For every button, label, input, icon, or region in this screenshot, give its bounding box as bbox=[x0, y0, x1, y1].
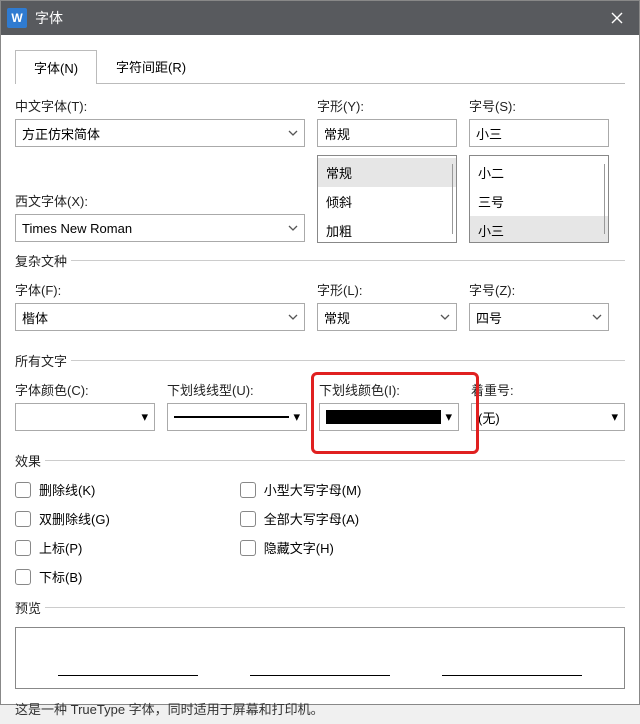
west-font-value: Times New Roman bbox=[22, 221, 132, 236]
double-strike-checkbox[interactable]: 双删除线(G) bbox=[15, 509, 110, 528]
style-input[interactable]: 常规 bbox=[317, 119, 457, 147]
tab-font[interactable]: 字体(N) bbox=[15, 50, 97, 84]
cfont-select[interactable]: 楷体 bbox=[15, 303, 305, 331]
chevron-down-icon bbox=[288, 221, 298, 236]
west-font-select[interactable]: Times New Roman bbox=[15, 214, 305, 242]
checkbox-icon bbox=[240, 482, 256, 498]
emphasis-label: 着重号: bbox=[471, 380, 625, 399]
titlebar: W 字体 bbox=[1, 1, 639, 35]
checkbox-icon bbox=[15, 482, 31, 498]
allcaps-label: 全部大写字母(A) bbox=[264, 509, 359, 528]
smallcaps-checkbox[interactable]: 小型大写字母(M) bbox=[240, 480, 362, 499]
cfont-label: 字体(F): bbox=[15, 280, 305, 299]
truetype-note: 这是一种 TrueType 字体，同时适用于屏幕和打印机。 bbox=[15, 699, 625, 718]
effects-group: 效果 删除线(K) 双删除线(G) 上标(P) 下标(B) 小型大写字母(M) … bbox=[15, 451, 625, 592]
font-color-label: 字体颜色(C): bbox=[15, 380, 155, 399]
scrollbar[interactable] bbox=[604, 164, 605, 234]
super-label: 上标(P) bbox=[39, 538, 82, 557]
preview-group: 预览 这是一种 TrueType 字体，同时适用于屏幕和打印机。 bbox=[15, 598, 625, 724]
caret-down-icon: ▾ bbox=[445, 409, 452, 425]
emphasis-value: (无) bbox=[478, 408, 607, 427]
scrollbar[interactable] bbox=[452, 164, 453, 234]
underline-style-label: 下划线线型(U): bbox=[167, 380, 307, 399]
style-label: 字形(Y): bbox=[317, 96, 457, 115]
smallcaps-label: 小型大写字母(M) bbox=[264, 480, 362, 499]
preview-legend: 预览 bbox=[15, 598, 45, 617]
sub-label: 下标(B) bbox=[39, 567, 82, 586]
preview-box bbox=[15, 627, 625, 689]
size-listbox[interactable]: 小二 三号 小三 bbox=[469, 155, 609, 243]
all-text-group: 所有文字 字体颜色(C): ▾ 下划线线型(U): ▾ bbox=[15, 351, 625, 445]
chevron-down-icon bbox=[288, 126, 298, 141]
underline-color-select[interactable]: ▾ bbox=[319, 403, 459, 431]
style-value: 常规 bbox=[324, 124, 350, 143]
size-label: 字号(S): bbox=[469, 96, 609, 115]
superscript-checkbox[interactable]: 上标(P) bbox=[15, 538, 110, 557]
strike-checkbox[interactable]: 删除线(K) bbox=[15, 480, 110, 499]
complex-scripts-group: 复杂文种 字体(F): 楷体 字形(L): 常规 bbox=[15, 251, 625, 345]
list-item[interactable]: 小三 bbox=[470, 216, 608, 243]
close-button[interactable] bbox=[595, 1, 639, 35]
cstyle-label: 字形(L): bbox=[317, 280, 457, 299]
cstyle-value: 常规 bbox=[324, 308, 436, 327]
hidden-label: 隐藏文字(H) bbox=[264, 538, 334, 557]
list-item[interactable]: 倾斜 bbox=[318, 187, 456, 216]
underline-style-value bbox=[174, 416, 289, 418]
preview-sample-line bbox=[250, 675, 390, 676]
caret-down-icon: ▾ bbox=[141, 409, 148, 425]
style-listbox[interactable]: 常规 倾斜 加粗 bbox=[317, 155, 457, 243]
preview-sample-line bbox=[58, 675, 198, 676]
csize-value: 四号 bbox=[476, 308, 588, 327]
window-title: 字体 bbox=[35, 8, 595, 28]
list-item[interactable]: 小二 bbox=[470, 158, 608, 187]
underline-color-label: 下划线颜色(I): bbox=[319, 380, 459, 399]
allcaps-checkbox[interactable]: 全部大写字母(A) bbox=[240, 509, 362, 528]
caret-down-icon: ▾ bbox=[293, 409, 300, 425]
checkbox-icon bbox=[240, 511, 256, 527]
complex-scripts-legend: 复杂文种 bbox=[15, 251, 71, 270]
close-icon bbox=[611, 12, 623, 24]
hidden-checkbox[interactable]: 隐藏文字(H) bbox=[240, 538, 362, 557]
all-text-legend: 所有文字 bbox=[15, 351, 71, 370]
underline-style-select[interactable]: ▾ bbox=[167, 403, 307, 431]
checkbox-icon bbox=[240, 540, 256, 556]
caret-down-icon: ▾ bbox=[611, 409, 618, 425]
cn-font-select[interactable]: 方正仿宋简体 bbox=[15, 119, 305, 147]
effects-legend: 效果 bbox=[15, 451, 45, 470]
list-item[interactable]: 常规 bbox=[318, 158, 456, 187]
preview-sample-line bbox=[442, 675, 582, 676]
font-color-select[interactable]: ▾ bbox=[15, 403, 155, 431]
app-logo-icon: W bbox=[7, 8, 27, 28]
checkbox-icon bbox=[15, 569, 31, 585]
list-item[interactable]: 三号 bbox=[470, 187, 608, 216]
checkbox-icon bbox=[15, 540, 31, 556]
chevron-down-icon bbox=[288, 310, 298, 325]
csize-select[interactable]: 四号 bbox=[469, 303, 609, 331]
cn-font-label: 中文字体(T): bbox=[15, 96, 305, 115]
font-dialog: W 字体 字体(N) 字符间距(R) 中文字体(T): 方正仿宋简体 字 bbox=[0, 0, 640, 705]
subscript-checkbox[interactable]: 下标(B) bbox=[15, 567, 110, 586]
size-value: 小三 bbox=[476, 124, 502, 143]
size-input[interactable]: 小三 bbox=[469, 119, 609, 147]
cstyle-select[interactable]: 常规 bbox=[317, 303, 457, 331]
cn-font-value: 方正仿宋简体 bbox=[22, 124, 100, 143]
tab-bar: 字体(N) 字符间距(R) bbox=[15, 49, 625, 84]
checkbox-icon bbox=[15, 511, 31, 527]
tab-spacing[interactable]: 字符间距(R) bbox=[97, 49, 205, 83]
csize-label: 字号(Z): bbox=[469, 280, 609, 299]
list-item[interactable]: 加粗 bbox=[318, 216, 456, 243]
chevron-down-icon bbox=[592, 310, 602, 325]
west-font-label: 西文字体(X): bbox=[15, 191, 305, 210]
dstrike-label: 双删除线(G) bbox=[39, 509, 110, 528]
emphasis-select[interactable]: (无) ▾ bbox=[471, 403, 625, 431]
underline-color-value bbox=[326, 410, 441, 424]
chevron-down-icon bbox=[440, 310, 450, 325]
cfont-value: 楷体 bbox=[22, 308, 284, 327]
strike-label: 删除线(K) bbox=[39, 480, 95, 499]
